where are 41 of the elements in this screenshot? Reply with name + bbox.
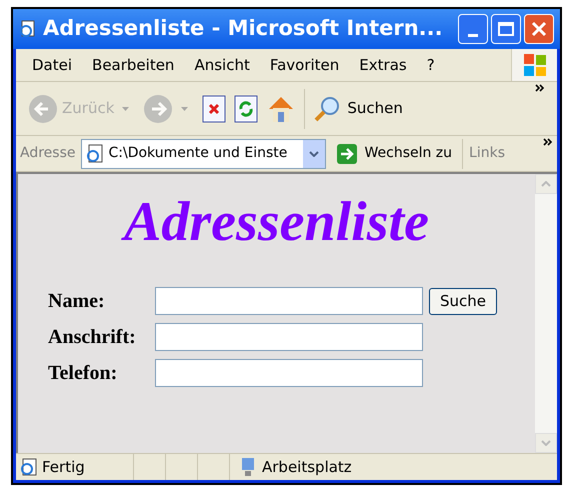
chevron-icon[interactable] <box>535 84 545 92</box>
field-label: Name: <box>48 289 106 314</box>
refresh-icon[interactable] <box>234 94 258 122</box>
close-button[interactable] <box>524 14 554 44</box>
chevron-icon[interactable] <box>543 138 553 146</box>
field-label: Anschrift: <box>48 325 137 350</box>
close-icon <box>531 21 547 37</box>
stop-icon[interactable] <box>202 94 226 122</box>
menu-item[interactable]: Bearbeiten <box>92 54 174 76</box>
zone-text: Arbeitsplatz <box>262 456 352 478</box>
input-field[interactable] <box>155 359 423 387</box>
menu-item[interactable]: Ansicht <box>194 54 250 76</box>
search-button[interactable]: Suchen <box>313 94 403 122</box>
menu-item[interactable]: Favoriten <box>270 54 340 76</box>
maximize-button[interactable] <box>491 14 521 44</box>
search-button[interactable]: Suche <box>429 288 498 314</box>
windows-logo-icon <box>522 53 546 77</box>
page-icon <box>86 144 104 164</box>
address-field[interactable]: C:\Dokumente und Einste <box>81 138 326 168</box>
caret-icon <box>122 106 130 110</box>
minimize-button[interactable] <box>458 14 488 44</box>
address-label: Adresse <box>20 144 76 163</box>
go-button[interactable]: Wechseln zu <box>332 142 452 164</box>
caret-icon <box>181 106 188 110</box>
status-text: Fertig <box>42 456 85 478</box>
menu-item[interactable]: ? <box>426 54 435 76</box>
dropdown-button[interactable] <box>303 140 326 168</box>
browser-page-icon <box>19 20 37 38</box>
menu-item[interactable]: Datei <box>32 54 72 76</box>
chevron-up-icon <box>541 181 551 187</box>
page-heading: Adressenliste <box>18 194 535 250</box>
input-field[interactable] <box>155 323 423 351</box>
page-icon <box>20 458 38 476</box>
chevron-down-icon <box>541 440 551 446</box>
menu-item[interactable]: Extras <box>359 54 407 76</box>
search-icon <box>313 94 342 122</box>
chevron-down-icon <box>309 150 320 156</box>
field-label: Telefon: <box>48 361 118 386</box>
window-title: Adressenliste - Microsoft Intern... <box>43 15 443 42</box>
computer-icon <box>240 457 256 477</box>
input-field[interactable] <box>155 287 423 315</box>
